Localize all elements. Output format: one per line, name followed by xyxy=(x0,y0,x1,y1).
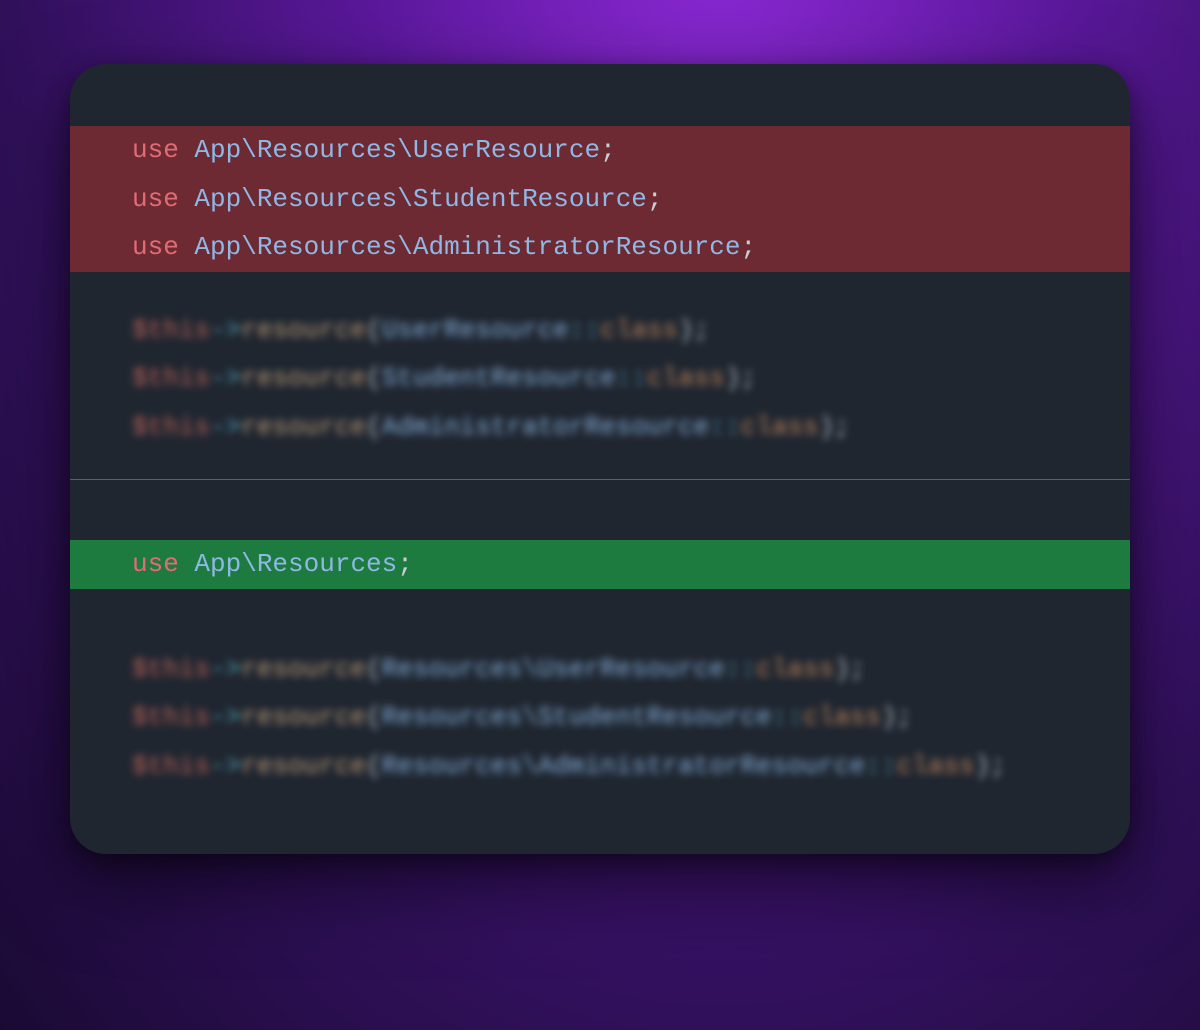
keyword-use: use xyxy=(132,184,179,214)
semicolon: ; xyxy=(647,184,663,214)
code-line: $this->resource(Resources\AdministratorR… xyxy=(70,742,1130,791)
code-line: $this->resource(StudentResource::class); xyxy=(70,354,1130,403)
before-use-block: use App\Resources\UserResource; use App\… xyxy=(70,126,1130,272)
keyword-use: use xyxy=(132,549,179,579)
code-diff-card: use App\Resources\UserResource; use App\… xyxy=(70,64,1130,854)
code-line: $this->resource(Resources\StudentResourc… xyxy=(70,693,1130,742)
semicolon: ; xyxy=(600,135,616,165)
code-line: $this->resource(UserResource::class); xyxy=(70,306,1130,355)
section-divider xyxy=(70,479,1130,480)
code-line: use App\Resources; xyxy=(70,540,1130,589)
code-line: $this->resource(AdministratorResource::c… xyxy=(70,403,1130,452)
after-calls-block: $this->resource(Resources\UserResource::… xyxy=(70,645,1130,791)
code-line: $this->resource(Resources\UserResource::… xyxy=(70,645,1130,694)
namespace-path: App\Resources\StudentResource xyxy=(194,184,646,214)
code-line: use App\Resources\StudentResource; xyxy=(70,175,1130,224)
namespace-path: App\Resources xyxy=(194,549,397,579)
semicolon: ; xyxy=(397,549,413,579)
keyword-use: use xyxy=(132,135,179,165)
code-line: use App\Resources\UserResource; xyxy=(70,126,1130,175)
before-calls-block: $this->resource(UserResource::class); $t… xyxy=(70,306,1130,452)
namespace-path: App\Resources\UserResource xyxy=(194,135,600,165)
namespace-path: App\Resources\AdministratorResource xyxy=(194,232,740,262)
semicolon: ; xyxy=(741,232,757,262)
keyword-use: use xyxy=(132,232,179,262)
code-line: use App\Resources\AdministratorResource; xyxy=(70,223,1130,272)
after-use-block: use App\Resources; xyxy=(70,540,1130,589)
